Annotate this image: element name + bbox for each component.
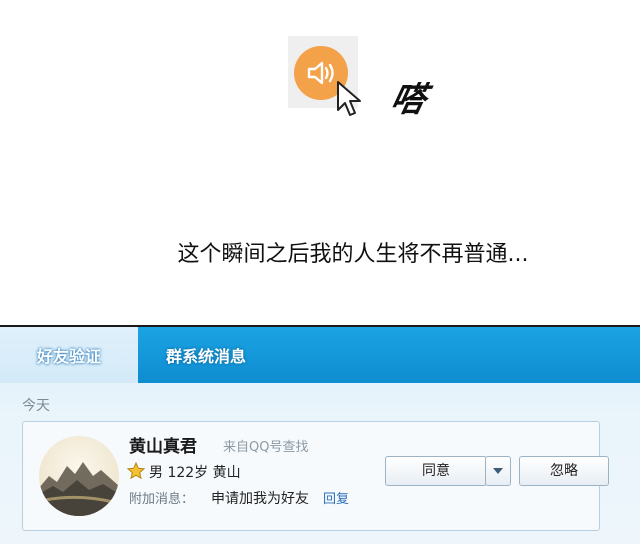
agree-dropdown-button[interactable] xyxy=(485,456,511,486)
tab-friend-verification[interactable]: 好友验证 xyxy=(0,327,138,383)
date-section-label: 今天 xyxy=(22,398,50,414)
tab-group-messages[interactable]: 群系统消息 xyxy=(166,327,246,383)
agree-button[interactable]: 同意 xyxy=(385,456,487,486)
chevron-down-icon xyxy=(493,468,503,474)
qq-verification-panel: 好友验证 群系统消息 今天 黄山真君 来自QQ号查找 男 122岁 黄山 附加消… xyxy=(0,325,640,544)
speaker-icon xyxy=(307,61,334,85)
ignore-button[interactable]: 忽略 xyxy=(519,456,609,486)
meme-caption: 这个瞬间之后我的人生将不再普通... xyxy=(177,242,529,267)
extra-message-label: 附加消息： xyxy=(129,492,195,507)
mountain-landscape-icon xyxy=(39,462,119,516)
friend-request-card: 黄山真君 来自QQ号查找 男 122岁 黄山 附加消息： 申请加我为好友 回复 … xyxy=(22,421,609,531)
request-source: 来自QQ号查找 xyxy=(223,440,309,455)
extra-message-text: 申请加我为好友 xyxy=(211,491,309,507)
star-icon xyxy=(127,462,145,480)
requester-details: 男 122岁 黄山 xyxy=(149,465,241,481)
tab-bar: 好友验证 群系统消息 xyxy=(0,327,640,383)
requester-name: 黄山真君 xyxy=(129,437,197,457)
reply-link[interactable]: 回复 xyxy=(323,488,349,507)
mouse-cursor-icon xyxy=(337,81,361,116)
meme-area: 嗒 这个瞬间之后我的人生将不再普通... xyxy=(0,0,640,325)
sound-effect-text: 嗒 xyxy=(387,80,426,120)
avatar[interactable] xyxy=(39,436,119,516)
